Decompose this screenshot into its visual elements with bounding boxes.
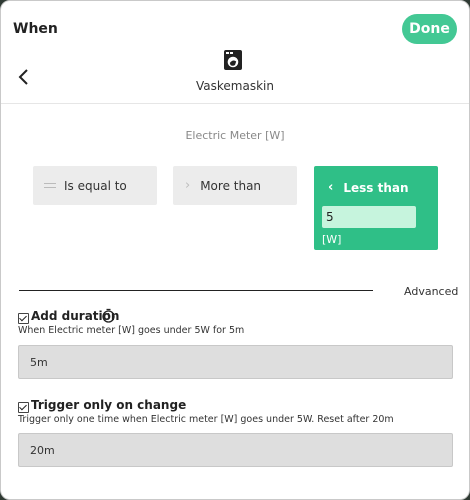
advanced-divider — [19, 290, 373, 291]
chevron-right-icon: › — [185, 178, 191, 193]
option-label: Less than — [343, 180, 409, 195]
unit-label: [W] — [322, 233, 342, 246]
stopwatch-icon — [102, 308, 115, 323]
option-label: More than — [200, 178, 262, 193]
option-is-equal-to[interactable]: Is equal to — [33, 166, 157, 205]
when-dialog: When Done Vaskemaskin Electric Meter [W]… — [0, 0, 470, 500]
equals-icon — [44, 180, 56, 191]
done-button[interactable]: Done — [402, 14, 457, 44]
option-less-than[interactable]: ‹ Less than [W] — [314, 166, 438, 250]
chevron-left-icon: ‹ — [328, 180, 334, 195]
option-more-than[interactable]: › More than — [173, 166, 297, 205]
advanced-toggle[interactable]: Advanced — [404, 285, 458, 298]
trigger-on-change-title: Trigger only on change — [31, 398, 187, 412]
washing-machine-icon — [224, 50, 242, 70]
add-duration-description: When Electric meter [W] goes under 5W fo… — [18, 325, 245, 336]
header-divider — [1, 103, 469, 104]
duration-input[interactable] — [18, 345, 453, 379]
option-label: Is equal to — [64, 178, 127, 193]
device-name: Vaskemaskin — [196, 79, 274, 93]
reset-after-input[interactable] — [18, 433, 453, 467]
trigger-on-change-checkbox[interactable] — [18, 402, 29, 413]
meter-label: Electric Meter [W] — [185, 129, 285, 142]
less-than-value-input[interactable] — [322, 206, 416, 228]
trigger-on-change-description: Trigger only one time when Electric mete… — [18, 414, 394, 425]
dialog-title: When — [13, 21, 58, 37]
add-duration-checkbox[interactable] — [18, 313, 29, 324]
